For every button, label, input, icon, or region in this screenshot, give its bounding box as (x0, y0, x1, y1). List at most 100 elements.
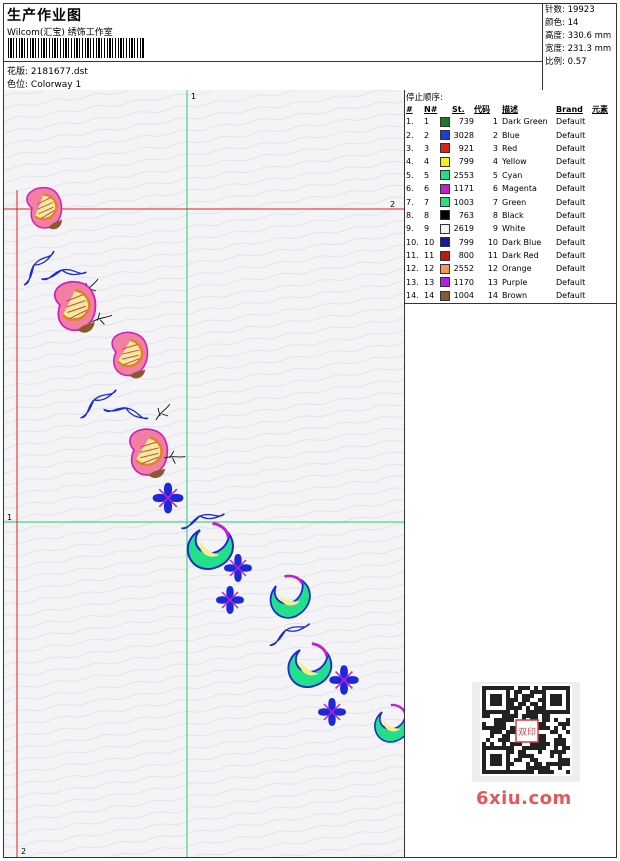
row-description: Dark Red (502, 251, 539, 261)
color-swatch (440, 143, 450, 154)
color-swatch (440, 130, 450, 141)
row-brand: Default (556, 117, 586, 127)
stat-colors: 颜色: 14 (545, 18, 579, 28)
watermark-text: 6xiu.com (476, 788, 572, 809)
row-number: 5 (424, 170, 430, 180)
row-swatch (440, 249, 452, 262)
row-description: Brown (502, 291, 528, 301)
row-element (592, 128, 612, 141)
table-row: 5. 5 2553 5 Cyan Default (405, 169, 612, 182)
company-name: Wilcom(汇宝) 绣饰工作室 (7, 28, 113, 38)
row-brand: Default (556, 157, 586, 167)
color-swatch (440, 210, 450, 221)
axis-label-right: 2 (390, 200, 395, 209)
stat-height: 高度: 330.6 mm (545, 31, 612, 41)
col-code: 代码 (474, 104, 490, 114)
table-row: 2. 2 3028 2 Blue Default (405, 128, 612, 141)
row-stitches: 2553 (453, 170, 474, 180)
row-stitches: 1170 (453, 277, 474, 287)
row-code: 8 (492, 210, 498, 220)
row-code: 9 (492, 224, 498, 234)
row-element (592, 249, 612, 262)
row-index: 2. (406, 130, 414, 140)
table-row: 9. 9 2619 9 White Default (405, 222, 612, 235)
row-number: 7 (424, 197, 430, 207)
row-number: 14 (424, 291, 435, 301)
row-index: 8. (406, 210, 414, 220)
row-description: Black (502, 210, 524, 220)
row-number: 8 (424, 210, 430, 220)
row-element (592, 209, 612, 222)
row-swatch (440, 142, 452, 155)
barcode (8, 38, 144, 58)
row-index: 10. (406, 237, 419, 247)
table-row: 6. 6 1171 6 Magenta Default (405, 182, 612, 195)
row-description: Blue (502, 130, 520, 140)
row-element (592, 195, 612, 208)
color-swatch (440, 237, 450, 248)
header-divider (4, 61, 542, 62)
row-code: 2 (492, 130, 498, 140)
row-code: 5 (492, 170, 498, 180)
colorway-value: Colorway 1 (30, 80, 82, 90)
row-swatch (440, 209, 452, 222)
row-code: 4 (492, 157, 498, 167)
table-row: 13. 13 1170 13 Purple Default (405, 276, 612, 289)
row-element (592, 169, 612, 182)
stop-sequence-title: 停止顺序: (406, 93, 443, 103)
table-row: 1. 1 739 1 Dark Green Default (405, 115, 612, 128)
row-stitches: 799 (458, 157, 474, 167)
row-description: Orange (502, 264, 532, 274)
row-index: 12. (406, 264, 419, 274)
row-number: 9 (424, 224, 430, 234)
row-swatch (440, 236, 452, 249)
color-swatch (440, 183, 450, 194)
col-index: # (406, 104, 413, 114)
table-row: 4. 4 799 4 Yellow Default (405, 155, 612, 168)
row-swatch (440, 262, 452, 275)
table-row: 3. 3 921 3 Red Default (405, 142, 612, 155)
color-swatch (440, 250, 450, 261)
row-element (592, 236, 612, 249)
stat-stitches: 针数: 19923 (545, 5, 595, 15)
row-index: 5. (406, 170, 414, 180)
color-swatch (440, 290, 450, 301)
fabric-background (4, 90, 404, 857)
row-code: 12 (487, 264, 498, 274)
row-stitches: 763 (458, 210, 474, 220)
qr-seal-text: 双印 (518, 726, 536, 738)
row-code: 13 (487, 277, 498, 287)
color-swatch (440, 223, 450, 234)
row-brand: Default (556, 130, 586, 140)
row-swatch (440, 169, 452, 182)
row-brand: Default (556, 210, 586, 220)
design-canvas: 1 1 2 2 (4, 90, 405, 857)
row-element (592, 222, 612, 235)
row-swatch (440, 222, 452, 235)
row-index: 3. (406, 143, 414, 153)
row-code: 14 (487, 291, 498, 301)
row-index: 13. (406, 277, 419, 287)
axis-label-left: 1 (7, 513, 12, 522)
row-description: Red (502, 143, 518, 153)
stop-sequence-table: # N# St. 代码 描述 Brand 元素 1. 1 739 1 Dark Gree… (405, 103, 612, 302)
row-swatch (440, 195, 452, 208)
qr-code-image: 双印 (480, 684, 572, 776)
row-index: 11. (406, 251, 419, 261)
row-code: 11 (487, 251, 498, 261)
row-number: 13 (424, 277, 435, 287)
col-brand: Brand (556, 104, 583, 114)
table-row: 11. 11 800 11 Dark Red Default (405, 249, 612, 262)
row-number: 11 (424, 251, 435, 261)
row-stitches: 800 (458, 251, 474, 261)
stat-width: 宽度: 231.3 mm (545, 44, 612, 54)
color-swatch (440, 263, 450, 274)
row-description: Dark Blue (502, 237, 542, 247)
row-swatch (440, 115, 452, 128)
row-code: 7 (492, 197, 498, 207)
colorway-line: 色位: Colorway 1 (7, 77, 81, 90)
row-number: 10 (424, 237, 435, 247)
color-swatch (440, 156, 450, 167)
row-description: Purple (502, 277, 528, 287)
color-swatch (440, 170, 450, 181)
